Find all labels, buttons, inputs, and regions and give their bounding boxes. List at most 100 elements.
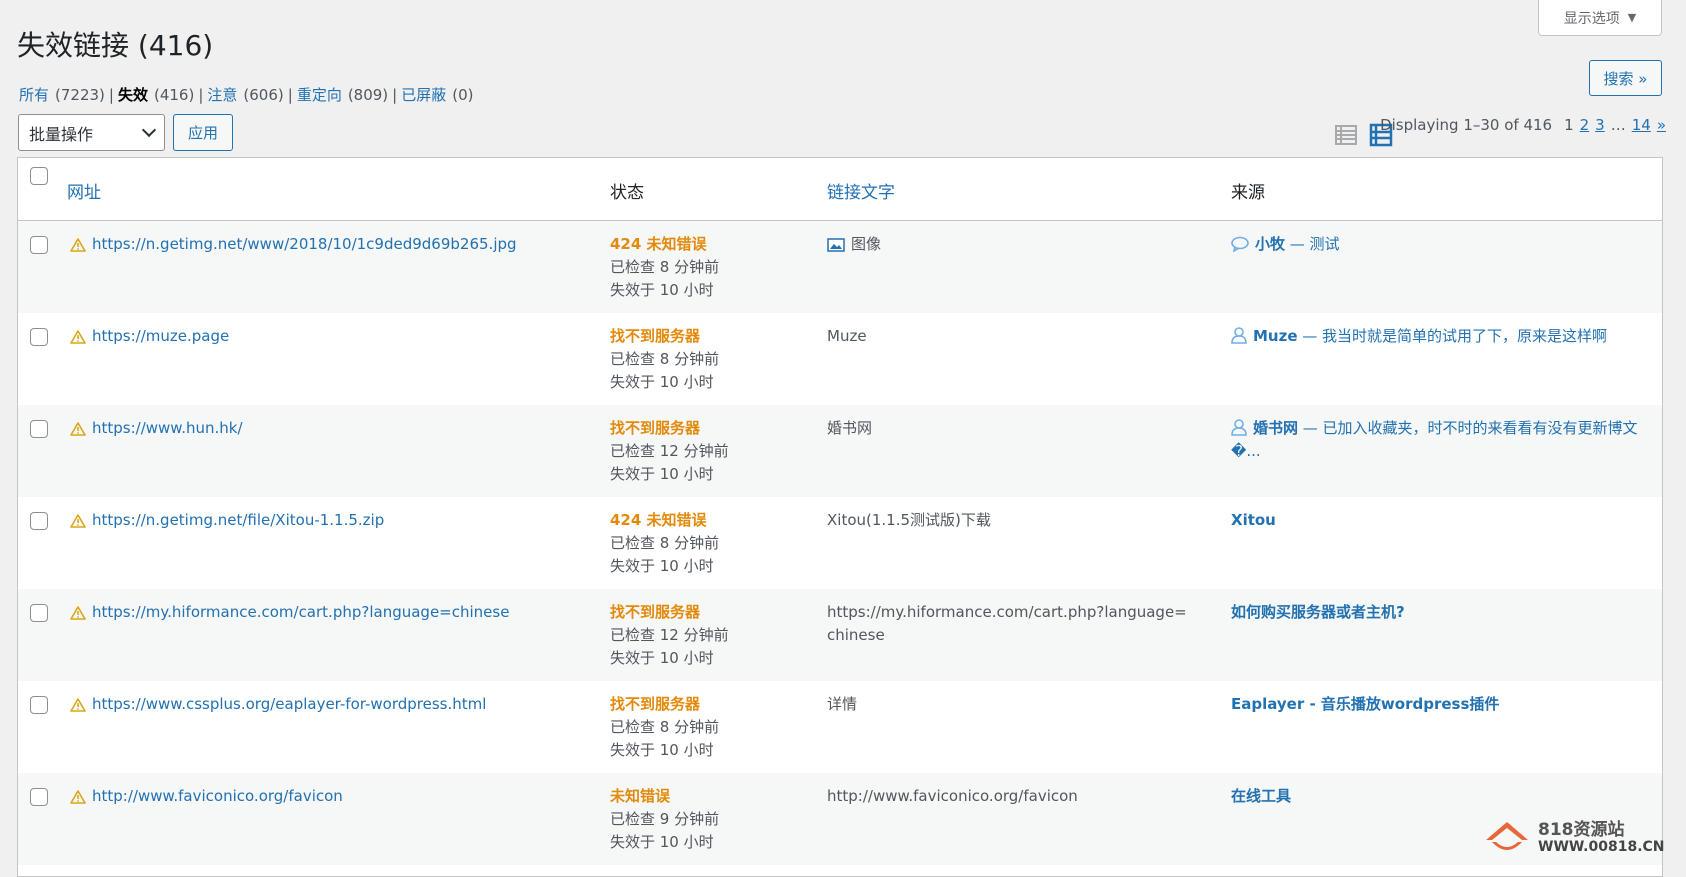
last-checked: 已检查 8 分钟前	[610, 350, 720, 368]
link-url[interactable]: https://n.getimg.net/file/Xitou-1.1.5.zi…	[92, 509, 384, 532]
failure-duration: 失效于 10 小时	[610, 281, 714, 299]
watermark-url: WWW.00818.CN	[1538, 839, 1665, 855]
pagination: Displaying 1–30 of 416 1 2 3 … 14 »	[1380, 116, 1666, 134]
row-checkbox[interactable]	[30, 512, 48, 530]
source-excerpt: — 测试	[1285, 235, 1340, 253]
filter-warnings-count: (606)	[243, 85, 284, 104]
source-title[interactable]: 小牧	[1255, 235, 1285, 253]
page-link-last[interactable]: 14	[1632, 116, 1651, 134]
table-row: https://n.getimg.net/file/Xitou-1.1.5.zi…	[18, 497, 1662, 589]
status-text[interactable]: 找不到服务器	[610, 325, 719, 348]
column-header-link-text[interactable]: 链接文字	[827, 178, 895, 203]
url-cell: https://my.hiformance.com/cart.php?langu…	[70, 601, 509, 624]
page-ellipsis: …	[1610, 116, 1626, 134]
page-link-3[interactable]: 3	[1595, 116, 1605, 134]
column-header-status: 状态	[610, 183, 644, 203]
link-text: Xitou(1.1.5测试版)下载	[827, 511, 991, 529]
status-text[interactable]: 找不到服务器	[610, 693, 719, 716]
status-cell: 424 未知错误 已检查 8 分钟前 失效于 10 小时	[610, 233, 719, 302]
table-row: https://muze.page 找不到服务器 已检查 8 分钟前 失效于 10 小…	[18, 313, 1662, 405]
select-all-checkbox[interactable]	[30, 167, 48, 185]
status-text[interactable]: 找不到服务器	[610, 417, 729, 440]
link-text: 婚书网	[827, 419, 873, 437]
link-url[interactable]: https://n.getimg.net/www/2018/10/1c9ded9…	[92, 233, 517, 256]
search-button[interactable]: 搜索 »	[1589, 60, 1662, 96]
warning-icon	[70, 329, 86, 344]
filter-dismissed[interactable]: 已屏蔽	[401, 84, 446, 105]
row-checkbox[interactable]	[30, 420, 48, 438]
column-header-url[interactable]: 网址	[67, 178, 101, 203]
next-page-link[interactable]: »	[1657, 116, 1666, 134]
failure-duration: 失效于 10 小时	[610, 557, 714, 575]
link-url[interactable]: http://www.faviconico.org/favicon	[92, 785, 343, 808]
table-row: http://www.faviconico.org/favicon 未知错误已检查…	[18, 773, 1662, 865]
url-cell: https://www.hun.hk/	[70, 417, 243, 440]
filter-broken-count: (416)	[153, 85, 195, 104]
status-text[interactable]: 未知错误	[610, 785, 719, 808]
row-checkbox[interactable]	[30, 604, 48, 622]
source-title[interactable]: Xitou	[1231, 511, 1276, 529]
caret-down-icon: ▼	[1627, 11, 1637, 24]
source-cell: 在线工具	[1231, 785, 1651, 808]
link-text: https://my.hiformance.com/cart.php?langu…	[827, 603, 1187, 644]
apply-button[interactable]: 应用	[173, 114, 233, 151]
filter-all[interactable]: 所有	[19, 84, 49, 105]
table-row: https://n.getimg.net/www/2018/10/1c9ded9…	[18, 221, 1662, 313]
warning-icon	[70, 789, 86, 804]
filter-warnings[interactable]: 注意	[207, 84, 237, 105]
table-row: https://my.hiformance.com/cart.php?langu…	[18, 589, 1662, 681]
warning-icon	[70, 697, 86, 712]
status-cell: 找不到服务器 已检查 8 分钟前 失效于 10 小时	[610, 325, 719, 394]
source-title[interactable]: 如何购买服务器或者主机?	[1231, 603, 1405, 621]
filter-redirects-count: (809)	[347, 85, 389, 104]
url-cell: http://www.faviconico.org/favicon	[70, 785, 343, 808]
row-checkbox[interactable]	[30, 236, 48, 254]
displaying-count: Displaying 1–30 of 416	[1380, 116, 1553, 134]
source-title[interactable]: Muze	[1253, 327, 1298, 345]
last-checked: 已检查 12 分钟前	[610, 626, 729, 644]
row-checkbox[interactable]	[30, 328, 48, 346]
status-text[interactable]: 424 未知错误	[610, 509, 719, 532]
link-text: Muze	[827, 327, 867, 345]
broken-links-table: 网址 状态 链接文字 来源 https://n.getimg.net/www/2…	[17, 157, 1663, 877]
user-icon	[1231, 419, 1247, 436]
failure-duration: 失效于 10 小时	[610, 741, 714, 759]
status-cell: 424 未知错误 已检查 8 分钟前 失效于 10 小时	[610, 509, 719, 578]
link-url[interactable]: https://my.hiformance.com/cart.php?langu…	[92, 601, 509, 624]
list-view-icon[interactable]	[1334, 123, 1358, 147]
status-text[interactable]: 424 未知错误	[610, 233, 719, 256]
link-text: 图像	[851, 235, 882, 253]
link-text: http://www.faviconico.org/favicon	[827, 787, 1078, 805]
status-text[interactable]: 找不到服务器	[610, 601, 729, 624]
screen-options-button[interactable]: 显示选项 ▼	[1538, 0, 1662, 36]
filter-broken[interactable]: 失效	[118, 84, 148, 105]
page-current: 1	[1564, 116, 1574, 134]
page-link-2[interactable]: 2	[1580, 116, 1590, 134]
link-text-cell: 详情	[827, 693, 1187, 716]
row-checkbox[interactable]	[30, 788, 48, 806]
url-cell: https://n.getimg.net/file/Xitou-1.1.5.zi…	[70, 509, 384, 532]
bulk-action-select[interactable]: 批量操作	[18, 114, 165, 151]
source-title[interactable]: 在线工具	[1231, 787, 1291, 805]
link-text: 详情	[827, 695, 858, 713]
status-cell: 未知错误 已检查 9 分钟前 失效于 10 小时	[610, 785, 719, 854]
status-filter-links: 所有 (7223) | 失效 (416) | 注意 (606) | 重定向 (8…	[19, 84, 474, 105]
link-url[interactable]: https://www.hun.hk/	[92, 417, 243, 440]
table-body: https://n.getimg.net/www/2018/10/1c9ded9…	[18, 221, 1662, 865]
source-cell: 如何购买服务器或者主机?	[1231, 601, 1651, 624]
source-cell: 小牧 — 测试	[1231, 233, 1651, 256]
last-checked: 已检查 8 分钟前	[610, 718, 720, 736]
source-title[interactable]: 婚书网	[1253, 419, 1298, 437]
last-checked: 已检查 9 分钟前	[610, 810, 720, 828]
watermark-logo-icon	[1486, 822, 1528, 850]
table-header: 网址 状态 链接文字 来源	[18, 158, 1662, 221]
link-url[interactable]: https://muze.page	[92, 325, 229, 348]
warning-icon	[70, 237, 86, 252]
source-title[interactable]: Eaplayer - 音乐播放wordpress插件	[1231, 695, 1499, 713]
link-url[interactable]: https://www.cssplus.org/eaplayer-for-wor…	[92, 693, 486, 716]
link-text-cell: Muze	[827, 325, 1187, 348]
filter-redirects[interactable]: 重定向	[297, 84, 342, 105]
source-cell: 婚书网 — 已加入收藏夹，时不时的来看看有没有更新博文�...	[1231, 417, 1651, 463]
screen-options-label: 显示选项	[1563, 10, 1620, 27]
row-checkbox[interactable]	[30, 696, 48, 714]
